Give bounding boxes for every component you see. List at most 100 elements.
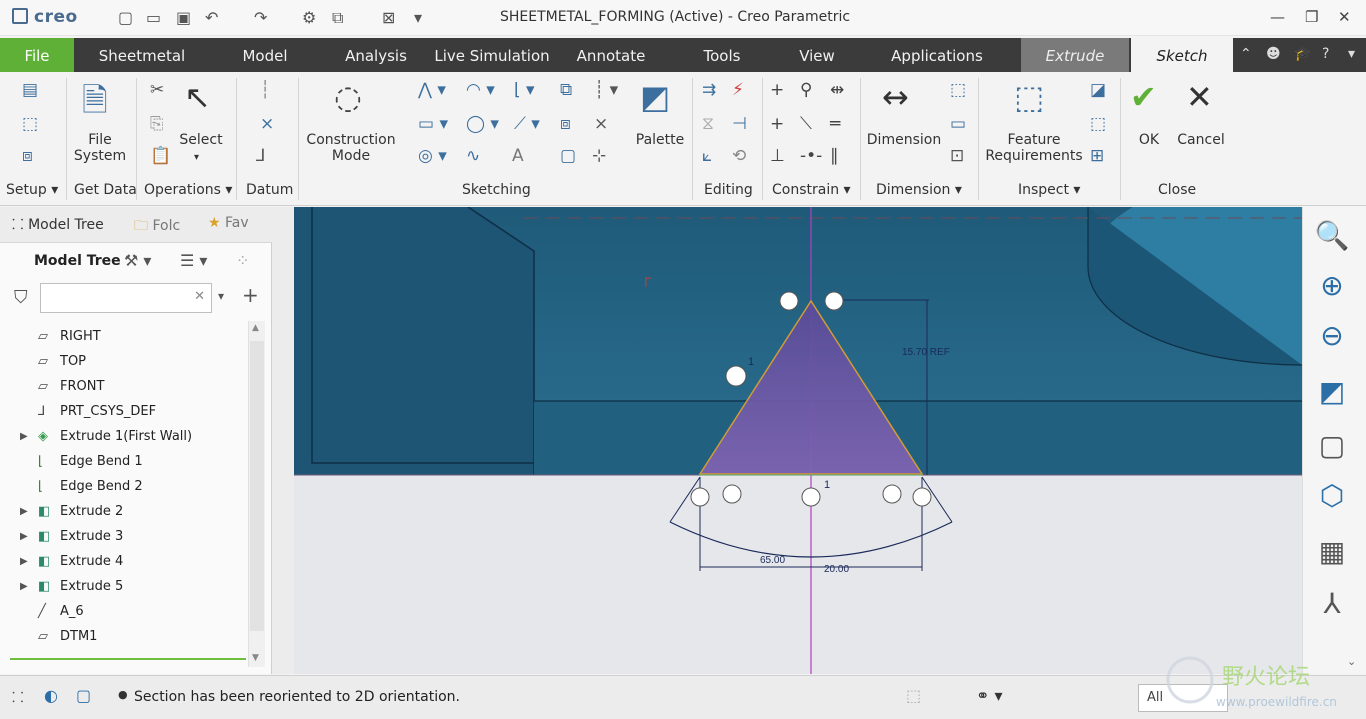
perpendicular-constraint-icon[interactable]: ⊥ — [770, 146, 785, 166]
show-list-icon[interactable]: ☰ ▾ — [180, 251, 207, 270]
tree-item[interactable]: ▱ DTM1 — [38, 625, 97, 649]
tab-sheetmetal[interactable]: Sheetmetal — [90, 38, 194, 72]
help-icon[interactable]: ? — [1322, 46, 1329, 62]
midpoint-constraint-icon[interactable]: ⇹ — [830, 80, 844, 100]
delete-segment-icon[interactable]: ⚡ — [732, 80, 744, 100]
project-icon[interactable]: ▢ — [560, 146, 576, 166]
find-icon[interactable]: ⚭ ▾ — [976, 686, 1003, 705]
sketch-setup-icon[interactable]: ▤ — [22, 80, 38, 100]
shade-closed-loops-icon[interactable]: ⊞ — [1090, 146, 1104, 166]
divide-icon[interactable]: ⊣ — [732, 114, 747, 134]
sketch-view-toolbar-icon[interactable]: ◩ — [1311, 371, 1353, 413]
help-dropdown-icon[interactable]: ▾ — [1348, 46, 1355, 62]
browser-toggle-icon[interactable]: ◐ — [44, 686, 58, 705]
open-folder-icon[interactable]: ▭ — [146, 8, 161, 27]
text-icon[interactable]: A — [512, 146, 524, 166]
zoom-out-icon[interactable]: ⊖ — [1311, 315, 1353, 357]
line-icon[interactable]: ⋀ ▾ — [418, 80, 446, 100]
tab-tools[interactable]: Tools — [692, 38, 752, 72]
fillet-icon[interactable]: ⌊ ▾ — [514, 80, 535, 100]
add-filter-icon[interactable]: + — [242, 283, 259, 307]
horizontal-constraint-icon[interactable]: + — [770, 114, 784, 134]
rotate-resize-icon[interactable]: ⟲ — [732, 146, 746, 166]
view-manager-icon[interactable]: ▦ — [1311, 531, 1353, 573]
model-tree-search-input[interactable]: ✕ — [40, 283, 212, 313]
tab-analysis[interactable]: Analysis — [334, 38, 418, 72]
highlight-open-ends-icon[interactable]: ⬚ — [1090, 114, 1106, 134]
dimension-icon[interactable]: ↔ — [882, 78, 909, 116]
tree-item[interactable]: ◧ Extrude 3 — [38, 525, 123, 549]
tab-sketch[interactable]: Sketch — [1131, 38, 1233, 72]
palette-button[interactable]: Palette — [632, 132, 688, 148]
cancel-x-icon[interactable]: ✕ — [1186, 78, 1213, 116]
datum-display-icon[interactable]: ⅄ — [1311, 583, 1353, 625]
rectangle-icon[interactable]: ▭ ▾ — [418, 114, 448, 134]
tree-item[interactable]: ◧ Extrude 4 — [38, 550, 123, 574]
regen-status-icon[interactable]: ⬚ — [906, 686, 921, 705]
clear-search-icon[interactable]: ✕ — [194, 289, 205, 304]
tree-item[interactable]: ⌊ Edge Bend 2 — [38, 475, 143, 499]
datum-point-icon[interactable]: × — [260, 114, 274, 134]
cancel-button[interactable]: Cancel — [1174, 132, 1228, 148]
feature-requirements-button[interactable]: Feature Requirements — [984, 132, 1084, 164]
minimize-ribbon-icon[interactable]: ⌃ — [1240, 46, 1252, 62]
palette-icon[interactable]: ◩ — [640, 78, 670, 116]
display-style-icon[interactable]: ▢ — [1311, 425, 1353, 467]
tree-item[interactable]: ⌊ Edge Bend 1 — [38, 450, 143, 474]
tab-model-tree[interactable]: ⸬ Model Tree — [12, 215, 104, 234]
tab-folder-browser[interactable]: 🗀 Folc — [134, 215, 180, 239]
customize-qat-icon[interactable]: ▾ — [414, 8, 422, 27]
tab-live-simulation[interactable]: Live Simulation — [434, 38, 550, 72]
perimeter-icon[interactable]: ⬚ — [950, 80, 966, 100]
parallel-constraint-icon[interactable]: ∥ — [830, 146, 839, 166]
arc-icon[interactable]: ◠ ▾ — [466, 80, 495, 100]
centerline-dash-icon[interactable]: ┊ ▾ — [594, 80, 618, 100]
vertical-constraint-icon[interactable]: + — [770, 80, 784, 100]
save-icon[interactable]: ▣ — [176, 8, 191, 27]
tree-expand-icon[interactable]: ▶ — [20, 431, 28, 442]
tree-item[interactable]: ◧ Extrude 2 — [38, 500, 123, 524]
select-dropdown-icon[interactable]: ▾ — [194, 152, 199, 163]
tree-item[interactable]: ▱ FRONT — [38, 375, 104, 399]
tree-item[interactable]: ▱ TOP — [38, 350, 86, 374]
thicken-icon[interactable]: ⧈ — [560, 114, 571, 134]
scroll-down-icon[interactable]: ▼ — [252, 653, 259, 663]
saved-orientations-icon[interactable]: ⬡ — [1311, 475, 1353, 517]
tab-file[interactable]: File — [0, 38, 74, 72]
group-operations-label[interactable]: Operations ▾ — [144, 182, 232, 198]
coincident-constraint-icon[interactable]: ⟍ — [800, 114, 812, 134]
select-button[interactable]: Select — [176, 132, 226, 148]
group-constrain-label[interactable]: Constrain ▾ — [772, 182, 851, 198]
csys-sketch-icon[interactable]: ⊹ — [592, 146, 606, 166]
graphics-window[interactable]: 15.70 REF 65.00 20.00 1 1 Γ — [294, 207, 1302, 674]
reference-dim-icon[interactable]: ⊡ — [950, 146, 964, 166]
nav-toggle-icon[interactable]: ⸬ — [12, 688, 24, 707]
modify-icon[interactable]: ⇉ — [702, 80, 716, 100]
tree-item[interactable]: ▱ RIGHT — [38, 325, 101, 349]
tab-annotate[interactable]: Annotate — [570, 38, 652, 72]
ellipse-icon[interactable]: ◯ ▾ — [466, 114, 499, 134]
tree-expand-icon[interactable]: ▶ — [20, 531, 28, 542]
undo-icon[interactable]: ↶ — [205, 8, 218, 27]
redo-icon[interactable]: ↷ — [254, 8, 267, 27]
scroll-thumb[interactable] — [250, 341, 264, 631]
windows-icon[interactable]: ⧉ — [332, 8, 343, 28]
ok-check-icon[interactable]: ✔ — [1130, 78, 1157, 116]
tab-applications[interactable]: Applications — [884, 38, 990, 72]
select-arrow-icon[interactable]: ↖ — [184, 78, 211, 116]
search-dropdown-icon[interactable]: ▾ — [218, 289, 224, 303]
paste-icon[interactable]: 📋 — [150, 146, 171, 166]
settings-tools-icon[interactable]: ⚒ ▾ — [124, 251, 151, 270]
coordinate-system-icon[interactable]: ⅃ — [256, 146, 265, 166]
tab-extrude[interactable]: Extrude — [1021, 38, 1129, 72]
dimension-button[interactable]: Dimension — [866, 132, 942, 148]
spline-icon[interactable]: ∿ — [466, 146, 480, 166]
regenerate-icon[interactable]: ⚙ — [302, 8, 316, 27]
tree-expand-icon[interactable]: ▶ — [20, 581, 28, 592]
cut-icon[interactable]: ✂ — [150, 80, 164, 100]
chamfer-icon[interactable]: ⟋ ▾ — [514, 114, 540, 134]
tree-expand-icon[interactable]: ▶ — [20, 556, 28, 567]
overlapping-geometry-icon[interactable]: ◪ — [1090, 80, 1106, 100]
group-inspect-label[interactable]: Inspect ▾ — [1018, 182, 1080, 198]
circle-icon[interactable]: ◎ ▾ — [418, 146, 447, 166]
